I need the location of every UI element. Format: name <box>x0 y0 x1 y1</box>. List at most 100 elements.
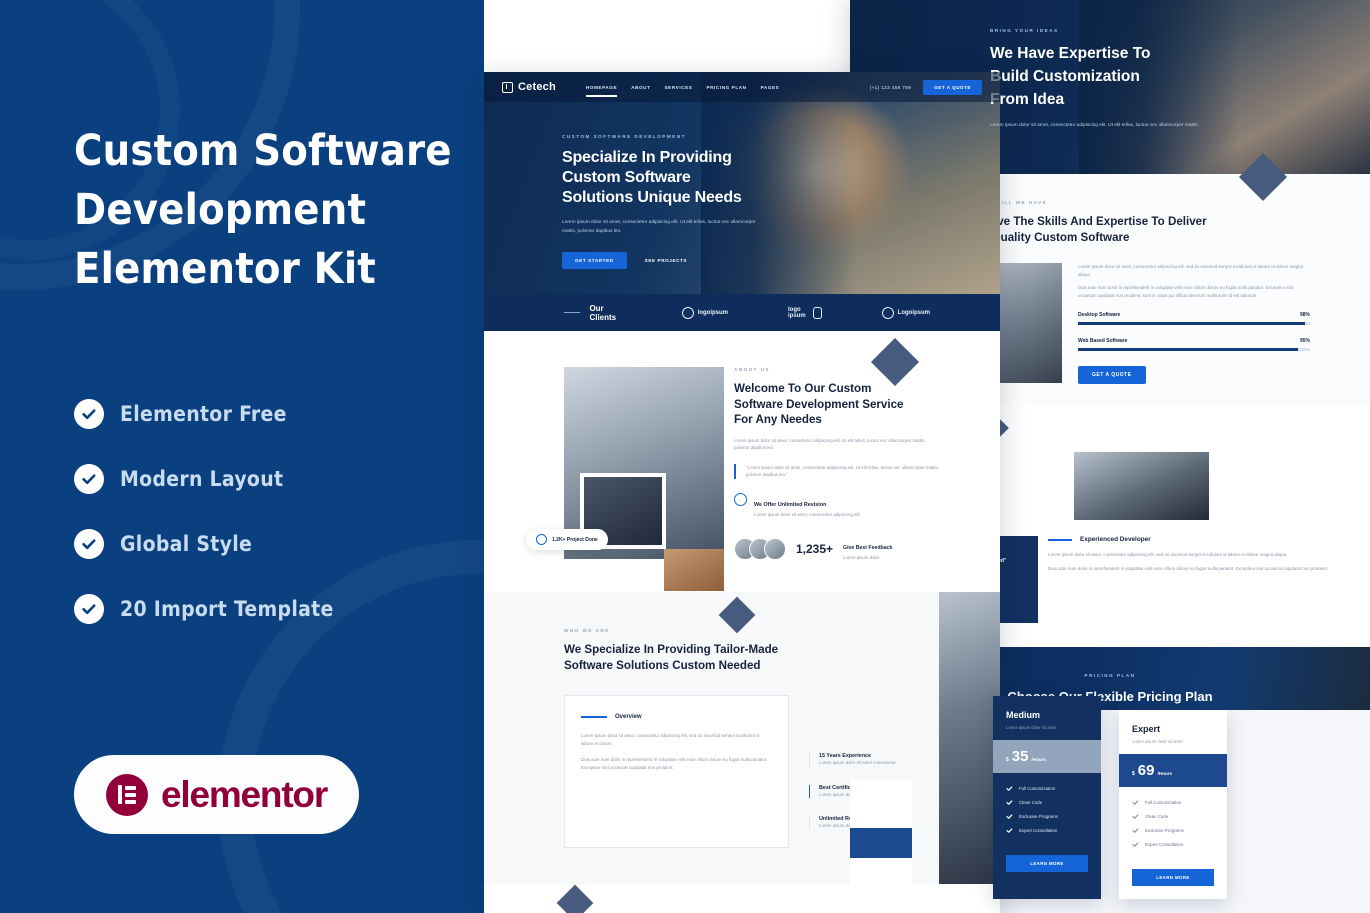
specialize-title-line-2: Software Solutions Custom Needed <box>564 658 761 672</box>
specialize-title: We Specialize In Providing Tailor-Made S… <box>564 642 939 673</box>
s2-skills-title: We Have The Skills And Expertise To Deli… <box>962 214 1370 245</box>
s2-pricing-cards-area: Medium Lorem ipsum dolor sit amet $ 35 /… <box>850 695 1370 913</box>
about-badge-text: 1.2K+ Project Done <box>552 536 598 543</box>
screenshot-stack: BRING YOUR IDEAS We Have Expertise To Bu… <box>484 0 1370 913</box>
pricing-card-price: $ 69 /Hours <box>1119 753 1227 787</box>
about-stat-title: Give Best Feedback <box>843 545 893 552</box>
check-icon <box>1006 813 1013 819</box>
bar-fill <box>1078 348 1299 352</box>
check-circle-icon <box>74 398 104 429</box>
about-stat: 1,235+ Give Best Feedback Lorem ipsum do… <box>734 536 940 562</box>
header-get-a-quote-button[interactable]: GET A QUOTE <box>923 79 982 95</box>
pricing-learn-more-button[interactable]: LEARN MORE <box>1132 868 1214 886</box>
pricing-card-desc: Lorem ipsum dolor sit amet <box>1132 738 1183 744</box>
progress-bar-desktop-software: Desktop Software 98% <box>1078 312 1310 326</box>
about-body: Lorem ipsum dolor sit amet, consectetur … <box>734 437 926 451</box>
s2-skills-eyebrow: EXPERT SKILL WE HAVE <box>962 200 1048 205</box>
accent-dash <box>581 716 607 719</box>
pricing-feature: Full Customization <box>1006 785 1088 792</box>
hexagon-logo-icon <box>881 306 894 319</box>
title-line-3: Elementor Kit <box>74 244 376 294</box>
check-icon <box>1132 813 1139 819</box>
feature-list: Elementor Free Modern Layout Global Styl… <box>74 381 484 641</box>
feature-item-global-style: Global Style <box>74 511 484 576</box>
overview-card: Overview Lorem ipsum dolor sit amet, con… <box>564 695 789 848</box>
feature-item-import-template: 20 Import Template <box>74 576 484 641</box>
about-title-line-2: Software Development Service <box>734 397 904 411</box>
about-project-badge: 1.2K+ Project Done <box>526 529 608 550</box>
avatar-group <box>734 538 786 561</box>
check-circle-icon <box>74 463 104 494</box>
s2-hero-body: Lorem ipsum dolor sit amet, consectetur … <box>990 123 1200 128</box>
client-logo-2: logo ipsum <box>788 306 822 319</box>
about-section: 1.2K+ Project Done ABOUT US Welcome To O… <box>484 331 1000 593</box>
s2-get-a-quote-button[interactable]: GET A QUOTE <box>1078 366 1146 385</box>
pricing-card-expert[interactable]: Expert Lorem ipsum dolor sit amet $ 69 /… <box>1119 709 1227 899</box>
price-period: /Hours <box>1031 756 1047 762</box>
promo-panel: Custom Software Development Elementor Ki… <box>0 0 484 913</box>
s2-dev-title: Experienced Developer <box>1080 536 1151 544</box>
about-photo-strip <box>664 549 724 591</box>
nav-item-pages[interactable]: PAGES <box>761 85 780 90</box>
pricing-feature-label: Expert Consultation <box>1019 827 1058 833</box>
pricing-learn-more-button[interactable]: LEARN MORE <box>1006 854 1088 872</box>
header-phone[interactable]: (+1) 123 456 789 <box>870 85 912 90</box>
hero-get-started-button[interactable]: GET STARTED <box>562 252 627 269</box>
s2-dev-p1: Lorem ipsum dolor sit amet, consectetur … <box>1048 552 1288 558</box>
s2-hero-title-line-1: We Have Expertise To <box>990 45 1151 62</box>
brand-logo[interactable]: Cetech <box>502 81 556 93</box>
clients-bar: Our Clients logoipsum logo ipsum Logoips… <box>484 294 1000 331</box>
hero-body: Lorem ipsum dolor sit amet, consectetur … <box>562 220 756 234</box>
pricing-card-name: Expert <box>1132 723 1161 734</box>
bar-track <box>1078 322 1310 326</box>
check-icon <box>1132 799 1139 805</box>
bar-value: 95% <box>1299 338 1310 345</box>
shield-logo-icon <box>813 306 822 319</box>
s2-hero-eyebrow: BRING YOUR IDEAS <box>990 28 1059 33</box>
s2-hero-title: We Have Expertise To Build Customization… <box>990 42 1250 111</box>
logoipsum-icon <box>681 306 694 319</box>
nav-item-pricing-plan[interactable]: PRICING PLAN <box>706 85 746 90</box>
pricing-feature: Expert Consultation <box>1006 827 1088 834</box>
accent-dash <box>564 311 581 314</box>
avatar <box>764 538 786 561</box>
pricing-card-desc: Lorem ipsum dolor sit amet <box>1006 724 1057 730</box>
hero-section: Cetech HOMEPAGE ABOUT SERVICES PRICING P… <box>484 72 1000 294</box>
hero-copy: CUSTOM SOFTWARE DEVELOPMENT Specialize I… <box>562 134 817 269</box>
about-stat-sub: Lorem ipsum dolor <box>843 555 880 561</box>
feature-item-elementor-free: Elementor Free <box>74 381 484 446</box>
nav-item-services[interactable]: SERVICES <box>665 85 693 90</box>
specialize-title-line-1: We Specialize In Providing Tailor-Made <box>564 643 779 657</box>
pricing-feature-label: Full Customization <box>1019 785 1056 791</box>
specialize-eyebrow: WHO WE ARE <box>564 628 610 634</box>
clients-title-text: Our Clients <box>589 303 617 322</box>
hero-eyebrow: CUSTOM SOFTWARE DEVELOPMENT <box>562 134 686 139</box>
brand-name: Cetech <box>518 81 556 93</box>
about-title-line-3: For Any Needes <box>734 413 822 426</box>
feature-label: Elementor Free <box>120 401 287 426</box>
client-logo-1: logoipsum <box>681 306 729 319</box>
pricing-card-price: $ 35 /Hours <box>993 739 1101 773</box>
price-currency: $ <box>1006 756 1009 763</box>
check-circle-icon <box>74 528 104 559</box>
elementor-logo-icon <box>106 773 148 816</box>
hero-see-projects-link[interactable]: SEE PROJECTS <box>645 258 687 263</box>
s2-skills-title-line-2: High-Quality Custom Software <box>962 230 1130 244</box>
check-circle-icon <box>74 593 104 624</box>
client-logo-3: Logoipsum <box>881 306 930 319</box>
feature-label: Global Style <box>120 531 253 556</box>
cetech-logo-icon <box>502 81 513 93</box>
overview-label: Overview <box>615 714 642 721</box>
nav-item-homepage[interactable]: HOMEPAGE <box>585 85 618 97</box>
pricing-feature-label: Exclusive Programs <box>1145 827 1184 833</box>
pricing-feature: Exclusive Programs <box>1006 813 1088 820</box>
pricing-card-medium[interactable]: Medium Lorem ipsum dolor sit amet $ 35 /… <box>993 695 1101 899</box>
price-currency: $ <box>1132 770 1135 777</box>
pricing-feature: Expert Consultation <box>1132 841 1214 848</box>
accent-dash <box>1048 538 1072 541</box>
s2-dev-p2: Duis aute irure dolor in reprehenderit i… <box>1048 565 1328 571</box>
feature-label: 20 Import Template <box>120 596 334 621</box>
client-logo-label: logoipsum <box>697 309 729 316</box>
hero-title-line-2: Custom Software <box>562 169 691 186</box>
nav-item-about[interactable]: ABOUT <box>631 85 650 90</box>
